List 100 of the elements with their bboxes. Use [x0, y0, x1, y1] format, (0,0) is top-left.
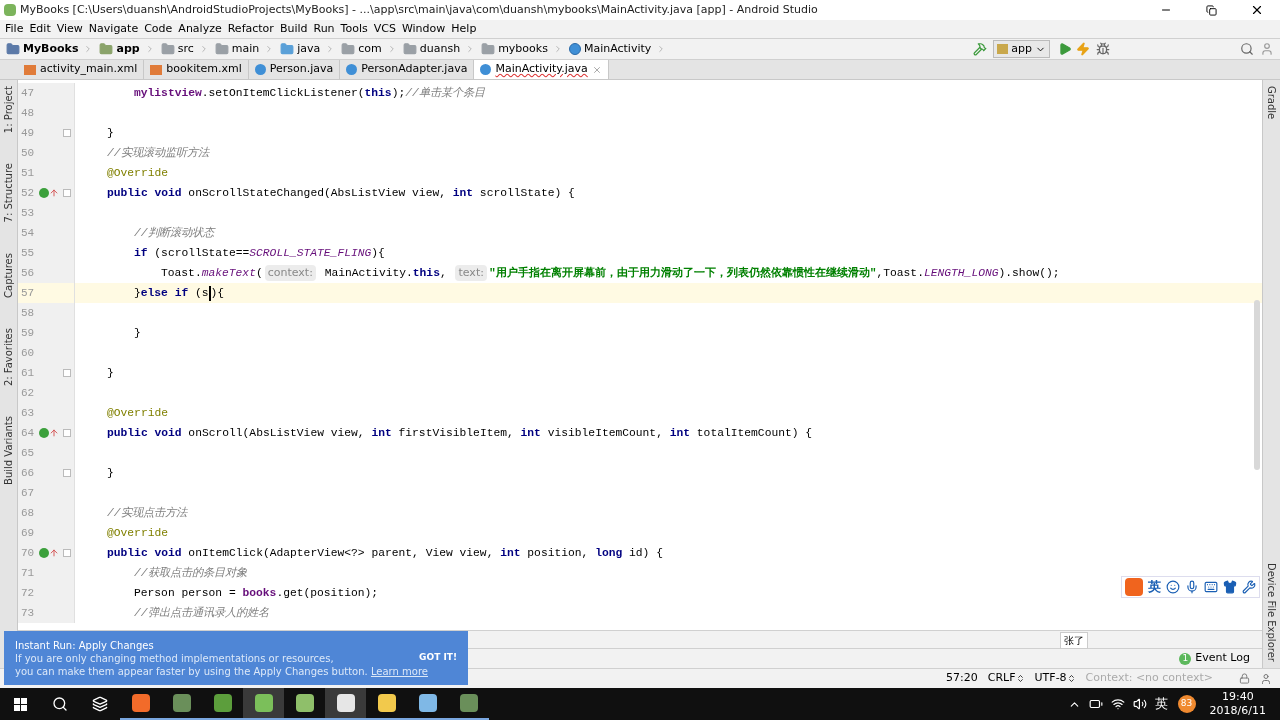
menu-item[interactable]: Window	[398, 20, 449, 38]
search-icon[interactable]	[52, 696, 68, 712]
fold-marker-icon[interactable]	[63, 369, 71, 377]
taskbar-app[interactable]	[243, 688, 284, 720]
tool-window-button[interactable]: 1: Project	[1, 86, 16, 134]
tool-window-button[interactable]: 7: Structure	[1, 163, 16, 223]
wifi-icon[interactable]	[1110, 697, 1125, 711]
run-config-dropdown[interactable]: app	[993, 40, 1050, 58]
line-number: 61	[21, 365, 36, 381]
ime-candidate[interactable]: 张了	[1060, 632, 1088, 649]
battery-icon[interactable]	[1088, 697, 1103, 711]
code-text: long	[595, 545, 623, 561]
fold-marker-icon[interactable]	[63, 469, 71, 477]
volume-icon[interactable]	[1132, 697, 1147, 711]
ime-mode[interactable]: 英	[1148, 577, 1161, 597]
code-text: ,	[439, 265, 448, 281]
restore-icon[interactable]	[1206, 4, 1217, 16]
line-separator-selector[interactable]: CRLF	[987, 670, 1025, 687]
class-icon	[480, 64, 492, 75]
menu-item[interactable]: Code	[141, 20, 176, 38]
code-text: ).show();	[998, 265, 1060, 281]
line-number: 51	[21, 165, 36, 181]
menu-item[interactable]: VCS	[370, 20, 399, 38]
tool-window-button[interactable]: 2: Favorites	[1, 327, 16, 386]
folder-icon	[6, 42, 20, 56]
tool-window-button[interactable]: Gradle	[1264, 86, 1279, 120]
text-cursor	[208, 285, 211, 301]
task-view-icon[interactable]	[92, 696, 108, 712]
folder-icon	[280, 42, 295, 56]
menu-item[interactable]: Navigate	[85, 20, 142, 38]
override-marker-icon[interactable]	[39, 188, 59, 198]
menu-item[interactable]: Edit	[26, 20, 54, 38]
menu-item[interactable]: Help	[448, 20, 480, 38]
xml-file-icon	[24, 64, 36, 75]
code-text: firstVisibleItem,	[397, 425, 515, 441]
run-icon[interactable]	[1058, 42, 1072, 56]
code-text: //单击某个条目	[405, 85, 485, 101]
menu-item[interactable]: Build	[276, 20, 311, 38]
menu-item[interactable]: View	[53, 20, 86, 38]
folder-icon	[402, 42, 417, 56]
code-text: position,	[526, 545, 590, 561]
clock-time[interactable]: 19:40	[1221, 690, 1254, 704]
breadcrumb-item[interactable]: src	[160, 40, 215, 58]
code-text: public void	[107, 545, 182, 561]
shirt-icon[interactable]	[1223, 580, 1237, 594]
code-text: public void	[107, 425, 182, 441]
menu-item[interactable]: File	[2, 20, 27, 38]
code-text: visibleItemCount,	[546, 425, 664, 441]
microphone-icon[interactable]	[1185, 580, 1199, 594]
clock-date[interactable]: 2018/6/11	[1209, 704, 1266, 718]
taskbar-app[interactable]	[325, 688, 366, 720]
line-number: 50	[21, 145, 36, 161]
event-log-button[interactable]: 1 Event Log	[1179, 650, 1250, 667]
breadcrumb-item[interactable]: MyBooks	[6, 40, 100, 58]
breadcrumb-item[interactable]: com	[341, 40, 403, 58]
breadcrumb-item[interactable]: mybooks	[481, 40, 569, 58]
code-text: }	[107, 125, 114, 141]
menu-item[interactable]: Refactor	[224, 20, 277, 38]
got-it-button[interactable]: GOT IT!	[419, 651, 457, 665]
scrollbar-thumb[interactable]	[1254, 300, 1260, 470]
build-icon[interactable]	[973, 42, 988, 56]
input-language[interactable]: 英	[1154, 694, 1168, 714]
code-text: (scrollState==	[153, 245, 250, 261]
tool-window-button[interactable]: Captures	[1, 252, 16, 298]
breadcrumb-item[interactable]: java	[280, 40, 342, 58]
emoji-icon[interactable]	[1166, 580, 1180, 594]
encoding-selector[interactable]: UTF-8	[1034, 670, 1076, 687]
line-number: 54	[21, 225, 36, 241]
code-text: );	[391, 85, 406, 101]
tool-window-button[interactable]: Device File Explorer	[1264, 563, 1279, 662]
menu-item[interactable]: Run	[310, 20, 338, 38]
breadcrumb-item[interactable]: app	[99, 40, 161, 58]
fold-marker-icon[interactable]	[63, 429, 71, 437]
breadcrumb-item[interactable]: main	[214, 40, 281, 58]
wrench-icon[interactable]	[1242, 580, 1256, 594]
fold-marker-icon[interactable]	[63, 189, 71, 197]
cursor-position[interactable]: 57:20	[946, 670, 978, 687]
line-number: 63	[21, 405, 36, 421]
line-number: 56	[21, 265, 36, 281]
line-number: 58	[21, 305, 36, 321]
editor-tab[interactable]: MainActivity.java	[474, 60, 609, 79]
tool-window-button[interactable]: Build Variants	[1, 415, 16, 485]
xml-file-icon	[150, 64, 163, 75]
debug-icon[interactable]	[1096, 42, 1110, 56]
close-icon[interactable]	[1250, 3, 1264, 17]
line-number: 59	[21, 325, 36, 341]
breadcrumb-item[interactable]: MainActivity	[568, 40, 673, 58]
fold-marker-icon[interactable]	[63, 129, 71, 137]
code-text: books	[242, 585, 277, 601]
menu-item[interactable]: Tools	[337, 20, 371, 38]
fold-marker-icon[interactable]	[63, 549, 71, 557]
folder-icon	[160, 42, 175, 56]
keyboard-icon[interactable]	[1204, 580, 1218, 594]
breadcrumb-item[interactable]: duansh	[402, 40, 482, 58]
override-marker-icon[interactable]	[39, 548, 59, 558]
lock-icon[interactable]	[1239, 673, 1250, 684]
menu-item[interactable]: Analyze	[175, 20, 225, 38]
code-text: ){	[210, 285, 225, 301]
override-marker-icon[interactable]	[39, 428, 59, 438]
notification-count: 1	[1179, 652, 1192, 665]
